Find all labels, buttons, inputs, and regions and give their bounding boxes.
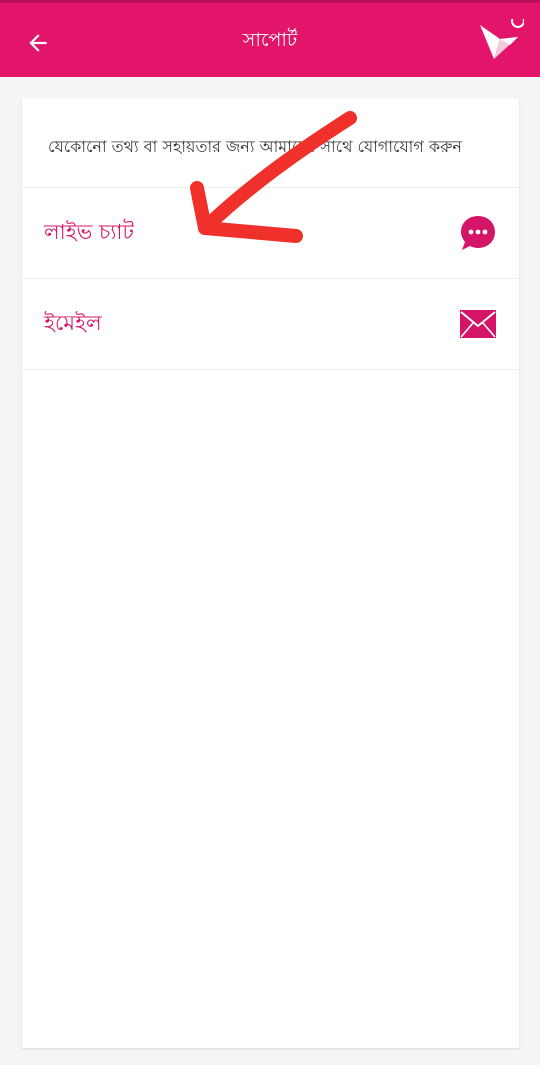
- support-description: যেকোনো তথ্য বা সহায়তার জন্য আমাদের সাথে…: [22, 98, 519, 188]
- email-option[interactable]: ইমেইল: [22, 279, 519, 370]
- live-chat-label: লাইভ চ্যাট: [44, 220, 134, 244]
- support-card: যেকোনো তথ্য বা সহায়তার জন্য আমাদের সাথে…: [22, 98, 519, 1048]
- email-label: ইমেইল: [44, 311, 102, 335]
- chat-bubble-icon: [459, 214, 497, 252]
- app-bar: সাপোর্ট: [0, 0, 540, 77]
- origami-bird-logo: [478, 14, 525, 65]
- envelope-icon: [459, 305, 497, 343]
- page-title: সাপোর্ট: [242, 29, 298, 51]
- live-chat-option[interactable]: লাইভ চ্যাট: [22, 188, 519, 279]
